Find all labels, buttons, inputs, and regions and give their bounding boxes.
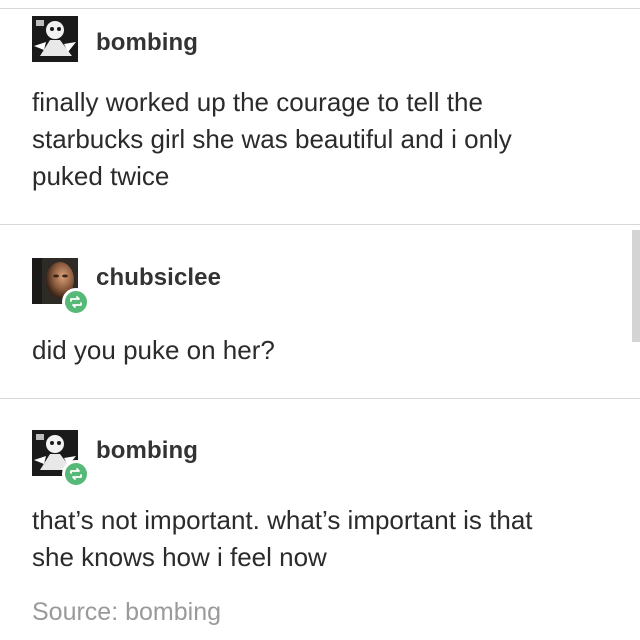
top-divider [0, 8, 640, 9]
post-divider [0, 398, 640, 399]
photo-avatar-icon[interactable] [32, 258, 90, 316]
username[interactable]: bombing [96, 29, 198, 57]
source-link[interactable]: Source: bombing [32, 598, 221, 627]
username[interactable]: bombing [96, 437, 198, 465]
post-divider [0, 224, 640, 225]
post-body: finally worked up the courage to tell th… [32, 87, 512, 191]
reblog-icon [62, 288, 90, 316]
username[interactable]: chubsiclee [96, 264, 221, 292]
tumblr-post-thread: bombing finally worked up the courage to… [0, 0, 640, 640]
post-body: did you puke on her? [32, 335, 275, 365]
bw-illustration-avatar-icon[interactable] [32, 16, 78, 62]
scrollbar[interactable] [632, 230, 640, 342]
reblog-icon [62, 460, 90, 488]
post-body: that’s not important. what’s important i… [32, 505, 533, 572]
bw-illustration-avatar-icon[interactable] [32, 430, 90, 488]
